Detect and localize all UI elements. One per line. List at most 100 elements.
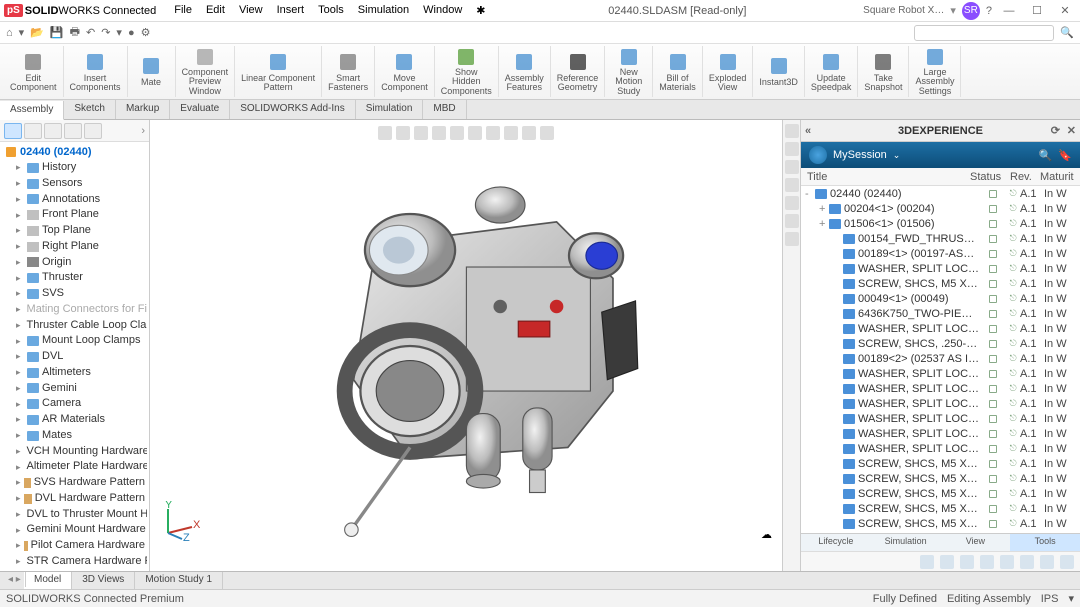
ribbon-move[interactable]: Move Component: [375, 46, 435, 97]
ribbon-bill-of[interactable]: Bill of Materials: [653, 46, 703, 97]
options-icon[interactable]: ⚙: [141, 26, 151, 39]
tree-item[interactable]: ▸AR Materials: [2, 412, 147, 428]
grid-row[interactable]: 6436K750_TWO-PIECE CLAMP-…⎋A.1In W: [801, 306, 1080, 321]
dropdown-icon[interactable]: ▾: [950, 4, 956, 17]
search-icon[interactable]: 🔍: [1060, 26, 1074, 39]
expand-icon[interactable]: ▸: [16, 257, 24, 268]
tree-item[interactable]: ▸VCH Mounting Hardware: [2, 444, 147, 460]
help-icon[interactable]: ?: [986, 5, 992, 17]
ribbon-linear-component[interactable]: Linear Component Pattern: [235, 46, 322, 97]
ribbon-exploded[interactable]: Exploded View: [703, 46, 754, 97]
expand-icon[interactable]: ▸: [16, 430, 24, 441]
tree-item[interactable]: ▸DVL Hardware Pattern: [2, 491, 147, 507]
grid-row[interactable]: WASHER, SPLIT LOCK, M5 SCR…⎋A.1In W: [801, 261, 1080, 276]
tab-solidworks-add-ins[interactable]: SOLIDWORKS Add-Ins: [230, 100, 355, 119]
tab-evaluate[interactable]: Evaluate: [170, 100, 230, 119]
configuration-tab[interactable]: [44, 123, 62, 139]
expand-icon[interactable]: ▸: [16, 525, 21, 536]
select-icon[interactable]: ▾: [116, 26, 122, 39]
tab-sketch[interactable]: Sketch: [64, 100, 116, 119]
task-home-icon[interactable]: [785, 124, 799, 138]
grid-row[interactable]: SCREW, SHCS, .250-28 UNF-3A …⎋A.1In W: [801, 336, 1080, 351]
menu-insert[interactable]: Insert: [271, 2, 311, 19]
grid-row[interactable]: -02440 (02440)⎋A.1In W: [801, 186, 1080, 201]
zoom-fit-icon[interactable]: [378, 126, 392, 140]
session-dropdown-icon[interactable]: ⌄: [893, 150, 901, 161]
grid-row[interactable]: WASHER, SPLIT LOCK, M5 SCR…⎋A.1In W: [801, 411, 1080, 426]
rp-tab-view[interactable]: View: [941, 534, 1011, 551]
task-view-icon[interactable]: [785, 196, 799, 210]
compass-icon[interactable]: [809, 146, 827, 164]
menu-file[interactable]: File: [168, 2, 198, 19]
expand-icon[interactable]: ▸: [16, 241, 24, 252]
save-icon[interactable]: 💾: [50, 26, 64, 39]
expand-icon[interactable]: ▸: [16, 414, 24, 425]
expand-icon[interactable]: ▸: [16, 210, 24, 221]
rp-tab-simulation[interactable]: Simulation: [871, 534, 941, 551]
tree-item[interactable]: ▸DVL to Thruster Mount Hardware Pa…: [2, 507, 147, 523]
tree-item[interactable]: ▸Right Plane: [2, 239, 147, 255]
rp-tool-1-icon[interactable]: [920, 555, 934, 569]
right-panel-list[interactable]: -02440 (02440)⎋A.1In W+00204<1> (00204)⎋…: [801, 186, 1080, 533]
grid-row[interactable]: WASHER, SPLIT LOCK, M5 SCR…⎋A.1In W: [801, 426, 1080, 441]
expand-icon[interactable]: ▸: [16, 288, 24, 299]
tree-item[interactable]: ▸History: [2, 160, 147, 176]
panel-refresh-icon[interactable]: ⟳: [1051, 124, 1060, 137]
tree-item[interactable]: ▸SVS Hardware Pattern: [2, 475, 147, 491]
zoom-area-icon[interactable]: [396, 126, 410, 140]
tree-item[interactable]: ▸Top Plane: [2, 223, 147, 239]
ribbon-edit[interactable]: Edit Component: [4, 46, 64, 97]
tree-item[interactable]: ▸Mating Connectors for Fitcheck: [2, 302, 147, 318]
grid-row[interactable]: 00049<1> (00049)⎋A.1In W: [801, 291, 1080, 306]
tree-item[interactable]: ▸Thruster: [2, 270, 147, 286]
grid-row[interactable]: 00189<2> (02537 AS INSTALLED)⎋A.1In W: [801, 351, 1080, 366]
expand-icon[interactable]: ▸: [16, 399, 24, 410]
rp-tool-4-icon[interactable]: [980, 555, 994, 569]
status-dropdown-icon[interactable]: ▾: [1068, 592, 1074, 605]
ribbon-update[interactable]: Update Speedpak: [805, 46, 859, 97]
grid-row[interactable]: SCREW, SHCS, M5 X 0.8 MM TH…⎋A.1In W: [801, 471, 1080, 486]
expand-icon[interactable]: ▸: [16, 351, 24, 362]
menu-tools[interactable]: Tools: [312, 2, 350, 19]
close-button[interactable]: ✕: [1054, 2, 1076, 20]
property-manager-tab[interactable]: [24, 123, 42, 139]
expand-icon[interactable]: ▸: [16, 194, 24, 205]
tree-item[interactable]: ▸Pilot Camera Hardware: [2, 538, 147, 554]
rp-tab-tools[interactable]: Tools: [1010, 534, 1080, 551]
ribbon-assembly[interactable]: Assembly Features: [499, 46, 551, 97]
menu-edit[interactable]: Edit: [200, 2, 231, 19]
bottom-tab-3d-views[interactable]: 3D Views: [72, 572, 135, 589]
tab-markup[interactable]: Markup: [116, 100, 170, 119]
grid-row[interactable]: SCREW, SHCS, M5 X 0.8 MM TH…⎋A.1In W: [801, 276, 1080, 291]
account-label[interactable]: Square Robot X…: [863, 5, 944, 16]
grid-row[interactable]: +00204<1> (00204)⎋A.1In W: [801, 201, 1080, 216]
ribbon-large[interactable]: Large Assembly Settings: [909, 46, 961, 97]
display-tab[interactable]: [84, 123, 102, 139]
previous-view-icon[interactable]: [414, 126, 428, 140]
tree-item[interactable]: ▸Front Plane: [2, 207, 147, 223]
tree-item[interactable]: ▸DVL: [2, 349, 147, 365]
expand-icon[interactable]: ▸: [16, 556, 21, 567]
apply-scene-icon[interactable]: [522, 126, 536, 140]
user-avatar[interactable]: SR: [962, 2, 980, 20]
ribbon-component[interactable]: Component Preview Window: [176, 46, 236, 97]
menu-window[interactable]: Window: [417, 2, 468, 19]
task-appearance-icon[interactable]: [785, 214, 799, 228]
grid-row[interactable]: SCREW, SHCS, M5 X 0.8 MM TH…⎋A.1In W: [801, 516, 1080, 531]
rp-tool-2-icon[interactable]: [940, 555, 954, 569]
expand-icon[interactable]: ▸: [16, 540, 21, 551]
view-orientation-icon[interactable]: [450, 126, 464, 140]
expand-icon[interactable]: ▸: [16, 462, 21, 473]
row-expand-icon[interactable]: -: [805, 188, 815, 200]
bottom-tab-model[interactable]: Model: [24, 572, 72, 589]
new-icon[interactable]: ▾: [19, 26, 25, 39]
display-style-icon[interactable]: [468, 126, 482, 140]
panel-expand-icon[interactable]: ›: [141, 125, 145, 137]
edit-appearance-icon[interactable]: [504, 126, 518, 140]
grid-row[interactable]: SCREW, SHCS, M5 X 0.8 MM TH…⎋A.1In W: [801, 486, 1080, 501]
rp-tool-5-icon[interactable]: [1000, 555, 1014, 569]
panel-collapse-icon[interactable]: «: [805, 125, 811, 137]
ribbon-insert[interactable]: Insert Components: [64, 46, 128, 97]
tree-item[interactable]: ▸Sensors: [2, 176, 147, 192]
expand-icon[interactable]: ▸: [16, 225, 24, 236]
